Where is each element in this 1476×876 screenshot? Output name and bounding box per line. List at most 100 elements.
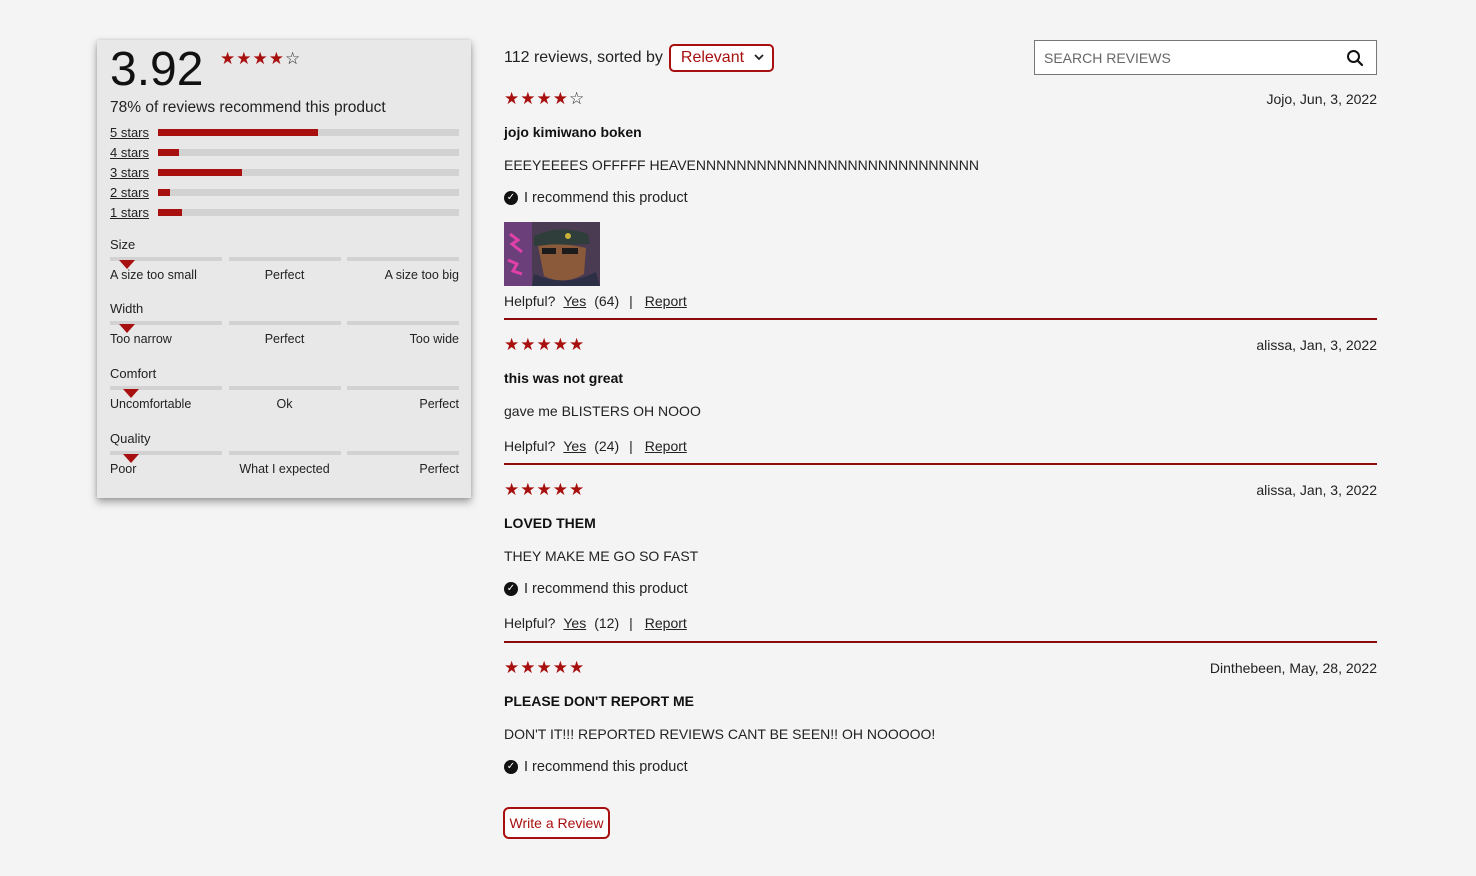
- rating-filter-link[interactable]: 3 stars: [110, 165, 158, 180]
- review-author-date: alissa, Jan, 3, 2022: [1256, 337, 1377, 353]
- average-star-rating: ★ ★ ★ ★ ☆: [220, 50, 300, 67]
- rating-filter-link[interactable]: 4 stars: [110, 145, 158, 160]
- star-filled-icon: ★: [569, 658, 585, 677]
- review-title: this was not great: [504, 370, 624, 386]
- helpful-prefix: Helpful?: [504, 293, 556, 309]
- star-filled-icon: ★: [520, 89, 536, 108]
- rating-bar-track: [158, 188, 459, 196]
- characteristic-label-high: A size too big: [384, 268, 459, 282]
- review-star-rating: ★ ★ ★ ★ ☆: [504, 90, 584, 107]
- report-link[interactable]: Report: [645, 293, 687, 309]
- check-circle-icon: ✓: [504, 191, 518, 205]
- helpful-prefix: Helpful?: [504, 438, 556, 454]
- rating-bar-track: [158, 168, 459, 176]
- review-count: 112 reviews, sorted by: [504, 49, 663, 66]
- star-filled-icon: ★: [536, 335, 552, 354]
- review-star-rating: ★ ★ ★ ★ ★: [504, 481, 584, 498]
- check-circle-icon: ✓: [504, 760, 518, 774]
- helpful-row: Helpful? Yes (64) | Report: [504, 293, 1377, 309]
- search-input[interactable]: [1035, 48, 1340, 67]
- star-empty-icon: ☆: [285, 49, 301, 68]
- rating-filter-link[interactable]: 5 stars: [110, 125, 158, 140]
- review-photo-thumbnail[interactable]: [504, 222, 600, 286]
- helpful-separator: |: [629, 293, 633, 309]
- review-title: jojo kimiwano boken: [504, 124, 642, 140]
- star-filled-icon: ★: [504, 480, 520, 499]
- helpful-row: Helpful? Yes (12) | Report: [504, 615, 1377, 631]
- star-filled-icon: ★: [536, 480, 552, 499]
- review-divider: [504, 318, 1377, 320]
- rating-bar-fill: [158, 129, 318, 137]
- search-icon[interactable]: [1340, 43, 1370, 73]
- review-item: ★ ★ ★ ★ ★ alissa, Jan, 3, 2022 LOVED THEM TH…: [504, 481, 1377, 631]
- star-filled-icon: ★: [520, 335, 536, 354]
- helpful-yes-link[interactable]: Yes: [563, 293, 586, 309]
- characteristic-label-low: Too narrow: [110, 332, 172, 346]
- star-filled-icon: ★: [520, 658, 536, 677]
- report-link[interactable]: Report: [645, 615, 687, 631]
- characteristic-label-high: Perfect: [419, 462, 459, 476]
- helpful-prefix: Helpful?: [504, 615, 556, 631]
- report-link[interactable]: Report: [645, 438, 687, 454]
- star-filled-icon: ★: [536, 658, 552, 677]
- helpful-count: (64): [594, 293, 620, 309]
- rating-bar-fill: [158, 149, 180, 157]
- review-title: PLEASE DON'T REPORT ME: [504, 693, 695, 709]
- rating-breakdown-row: 5 stars: [110, 123, 459, 143]
- rating-bar-fill: [158, 188, 171, 196]
- recommend-text: I recommend this product: [524, 759, 688, 775]
- check-circle-icon: ✓: [504, 582, 518, 596]
- characteristic-label-mid: Perfect: [264, 268, 305, 282]
- rating-bar-track: [158, 129, 459, 137]
- characteristic-label-high: Too wide: [409, 332, 459, 346]
- characteristic-comfort: Comfort Uncomfortable Ok Perfect: [110, 366, 459, 416]
- helpful-yes-link[interactable]: Yes: [563, 438, 586, 454]
- star-filled-icon: ★: [504, 335, 520, 354]
- helpful-count: (24): [594, 438, 620, 454]
- characteristic-size: Size A size too small Perfect A size too…: [110, 237, 459, 287]
- characteristic-label-mid: What I expected: [239, 462, 330, 476]
- star-filled-icon: ★: [569, 480, 585, 499]
- characteristic-label-low: Uncomfortable: [110, 397, 192, 411]
- characteristic-track: [110, 321, 459, 325]
- star-filled-icon: ★: [520, 480, 536, 499]
- review-star-rating: ★ ★ ★ ★ ★: [504, 336, 584, 353]
- characteristic-name: Quality: [110, 431, 151, 446]
- characteristic-track: [110, 257, 459, 261]
- write-review-button[interactable]: Write a Review: [503, 807, 610, 839]
- sort-dropdown[interactable]: Relevant: [668, 44, 775, 72]
- review-item: ★ ★ ★ ★ ☆ Jojo, Jun, 3, 2022 jojo kimiwano b…: [504, 90, 1377, 309]
- rating-filter-link[interactable]: 2 stars: [110, 185, 158, 200]
- characteristic-track: [110, 386, 459, 390]
- characteristic-track: [110, 451, 459, 455]
- characteristic-label-mid: Ok: [276, 397, 293, 411]
- characteristic-labels: A size too small Perfect A size too big: [110, 268, 459, 282]
- characteristic-quality: Quality Poor What I expected Perfect: [110, 431, 459, 481]
- star-filled-icon: ★: [504, 89, 520, 108]
- review-body: EEEYEEEES OFFFFF HEAVENNNNNNNNNNNNNNNNNN…: [504, 157, 979, 173]
- star-filled-icon: ★: [536, 89, 552, 108]
- review-author-date: alissa, Jan, 3, 2022: [1256, 482, 1377, 498]
- review-title: LOVED THEM: [504, 515, 596, 531]
- characteristic-width: Width Too narrow Perfect Too wide: [110, 301, 459, 351]
- characteristic-name: Size: [110, 237, 136, 252]
- characteristic-name: Width: [110, 301, 144, 316]
- helpful-yes-link[interactable]: Yes: [563, 615, 586, 631]
- ratings-summary-panel: 3.92 ★ ★ ★ ★ ☆ 78% of reviews recommend this…: [97, 40, 471, 498]
- characteristic-name: Comfort: [110, 366, 157, 381]
- review-body: THEY MAKE ME GO SO FAST: [504, 548, 699, 564]
- rating-bar-track: [158, 149, 459, 157]
- search-box: [1034, 40, 1377, 75]
- sort-selected-value: Relevant: [680, 49, 745, 66]
- recommend-indicator: ✓ I recommend this product: [504, 581, 1377, 597]
- star-filled-icon: ★: [236, 49, 252, 68]
- rating-breakdown-row: 1 stars: [110, 202, 459, 222]
- review-author-date: Dinthebeen, May, 28, 2022: [1209, 660, 1377, 676]
- recommend-indicator: ✓ I recommend this product: [504, 190, 1377, 206]
- rating-filter-link[interactable]: 1 stars: [110, 205, 158, 220]
- recommend-indicator: ✓ I recommend this product: [504, 759, 1377, 775]
- star-filled-icon: ★: [552, 335, 568, 354]
- review-divider: [504, 463, 1377, 465]
- recommend-text: I recommend this product: [524, 190, 688, 206]
- rating-breakdown-row: 3 stars: [110, 163, 459, 183]
